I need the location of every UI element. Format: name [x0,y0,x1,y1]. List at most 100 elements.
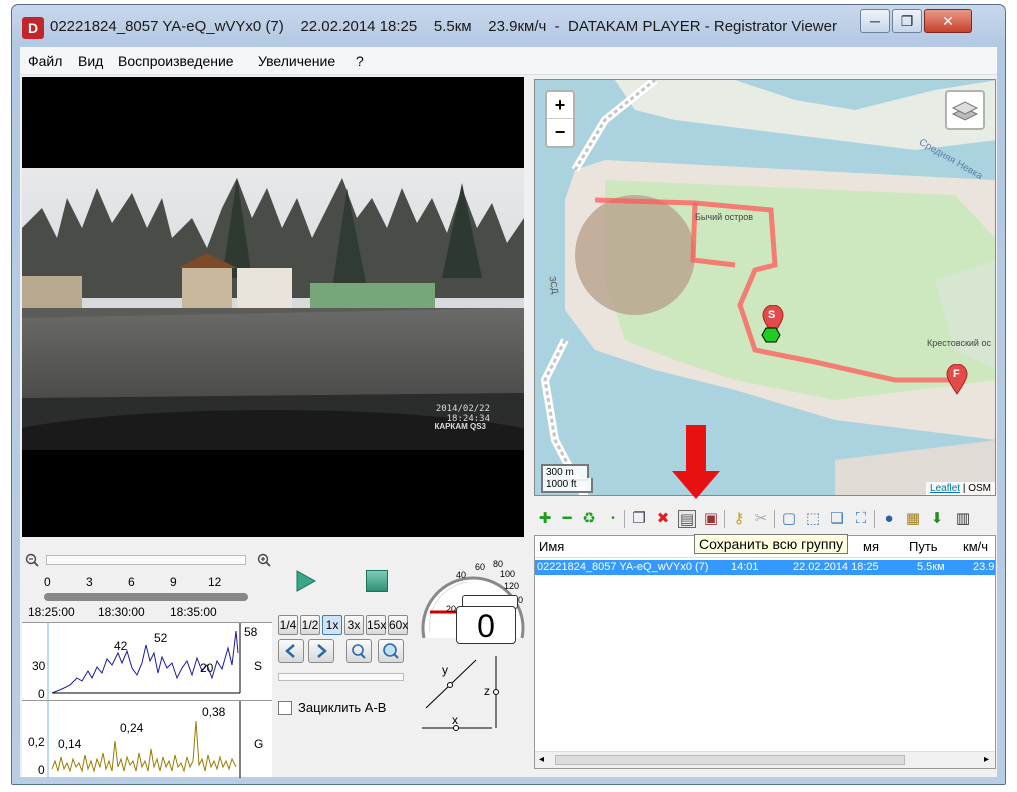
scroll-thumb[interactable] [555,755,905,765]
timeline-tick: 3 [86,575,93,589]
map-zoom-out-button[interactable]: − [547,119,573,146]
layers-icon [951,101,979,121]
video-frame: 2014/02/22 18:24:34 КАРКАМ QS3 [22,168,524,450]
g-sensor-graph[interactable]: 0,2 0 0,14 0,24 0,38 G [22,700,272,778]
add-icon[interactable]: ✚ [536,510,554,528]
timeline-time: 18:25:00 [28,605,75,619]
speed-3x-button[interactable]: 3x [344,615,364,635]
menu-zoom[interactable]: Увеличение [258,53,335,69]
timeline-scrollbar[interactable] [46,555,246,565]
copy-icon[interactable]: ❐ [630,510,648,528]
column-header-speed[interactable]: км/ч [963,536,988,558]
finish-marker-label: F [953,368,960,380]
map-attribution: Leaflet | OSM [926,482,995,495]
app-window: D 02221824_8057 YA-eQ_wVYx0 (7) 22.02.20… [11,4,1006,785]
map-view[interactable]: Бычий остров Средняя Невка Крестовский о… [534,79,996,496]
title-bar: D 02221824_8057 YA-eQ_wVYx0 (7) 22.02.20… [12,5,1005,47]
leaflet-link[interactable]: Leaflet [930,483,960,494]
chevron-left-icon [285,644,295,658]
globe-icon[interactable]: ● [880,510,898,528]
save-group-tooltip: Сохранить всю группу [694,534,849,554]
column-header-path[interactable]: Путь [909,536,938,558]
play-button[interactable] [294,569,318,593]
track-table[interactable]: Имя мя Путь км/ч 02221824_8057 YA-eQ_wVY… [534,535,996,769]
speed-15x-button[interactable]: 15x [366,615,386,635]
menu-view[interactable]: Вид [78,53,103,69]
g-graph-label: G [254,737,264,751]
video-zoom-in-button[interactable] [378,639,404,663]
row-date: 22.02.2014 18:25 [793,561,879,573]
toolbar-separator [724,510,725,528]
video-brand: КАРКАМ QS3 [434,422,486,431]
g-y-tick: 0,2 [28,735,45,749]
dot-icon[interactable]: • [604,510,622,528]
speed-60x-button[interactable]: 60x [388,615,408,635]
row-path: 5.5км [917,561,945,573]
speed-y-tick: 30 [32,659,46,673]
timeline-zoom-bar [24,552,274,568]
next-frame-button[interactable] [308,639,334,663]
speedometer-tick: 60 [475,562,486,572]
zoom-out-icon[interactable] [24,552,40,568]
video-zoom-out-button[interactable] [346,639,372,663]
speed-graph-plot [47,623,241,701]
speed-half-button[interactable]: 1/2 [300,615,320,635]
fit-icon[interactable]: ⛶ [852,510,870,528]
stop-button[interactable] [366,570,388,592]
crop-icon[interactable]: ⬚ [804,510,822,528]
loop-ab-checkbox[interactable] [278,701,292,715]
timeline-time: 18:35:00 [170,605,217,619]
toolbar-separator [624,510,625,528]
timeline-time: 18:30:00 [98,605,145,619]
prev-frame-button[interactable] [278,639,304,663]
frame-icon[interactable]: ▢ [780,510,798,528]
close-button[interactable]: ✕ [924,9,972,33]
film-icon[interactable]: ▥ [954,510,972,528]
scale-feet: 1000 ft [541,478,593,493]
map-zoom-in-button[interactable]: + [547,92,573,119]
map-layers-button[interactable] [945,90,985,130]
table-row[interactable]: 02221824_8057 YA-eQ_wVYx0 (7) 14:01 22.0… [535,560,995,575]
timeline-track[interactable] [44,593,248,601]
volume-slider[interactable] [278,673,404,681]
annotation-arrow-icon [672,425,720,499]
video-player[interactable]: 2014/02/22 18:24:34 КАРКАМ QS3 [22,77,524,537]
menu-file[interactable]: Файл [28,53,62,69]
client-area: Файл Вид Воспроизведение Увеличение ? 20… [20,47,997,778]
zoom-in-icon[interactable] [256,552,272,568]
speedometer-tick: 40 [456,570,467,580]
speed-1x-button[interactable]: 1x [322,615,342,635]
save-group-icon[interactable]: ▤ [678,510,696,528]
remove-icon[interactable]: ━ [558,510,576,528]
speed-graph[interactable]: 30 0 42 52 20 58 S [22,622,272,701]
menu-help[interactable]: ? [356,53,364,69]
speed-quarter-button[interactable]: 1/4 [278,615,298,635]
maximize-button[interactable]: ❐ [892,9,922,33]
column-header-partial[interactable]: мя [863,536,879,558]
toolbar-separator [874,510,875,528]
download-icon[interactable]: ⬇ [928,510,946,528]
video-timestamp: 2014/02/22 18:24:34 [436,404,490,424]
speed-y-tick: 0 [38,687,45,701]
key-icon[interactable]: ⚷ [730,510,748,528]
speedometer-tick: 20 [446,604,457,614]
scroll-left-icon[interactable]: ◂ [539,754,544,765]
column-header-name[interactable]: Имя [539,536,564,558]
table-horizontal-scrollbar[interactable]: ◂ ▸ [535,751,995,768]
export-icon[interactable]: ▣ [702,510,720,528]
timeline-tick: 12 [208,575,222,589]
map-zoom-control: + − [545,90,575,148]
image-icon[interactable]: ▦ [904,510,922,528]
map-label-island: Бычий остров [695,212,754,222]
scroll-right-icon[interactable]: ▸ [984,754,989,765]
toolbar-separator [774,510,775,528]
chevron-right-icon [317,644,327,658]
menu-playback[interactable]: Воспроизведение [118,53,234,69]
speedometer-tick: 80 [493,559,504,569]
layers-stack-icon[interactable]: ❏ [828,510,846,528]
accelerometer-axes [422,656,499,731]
refresh-icon[interactable]: ♻ [580,510,598,528]
tools-icon[interactable]: ✂ [752,510,770,528]
delete-icon[interactable]: ✖ [654,510,672,528]
minimize-button[interactable]: ─ [860,9,890,33]
